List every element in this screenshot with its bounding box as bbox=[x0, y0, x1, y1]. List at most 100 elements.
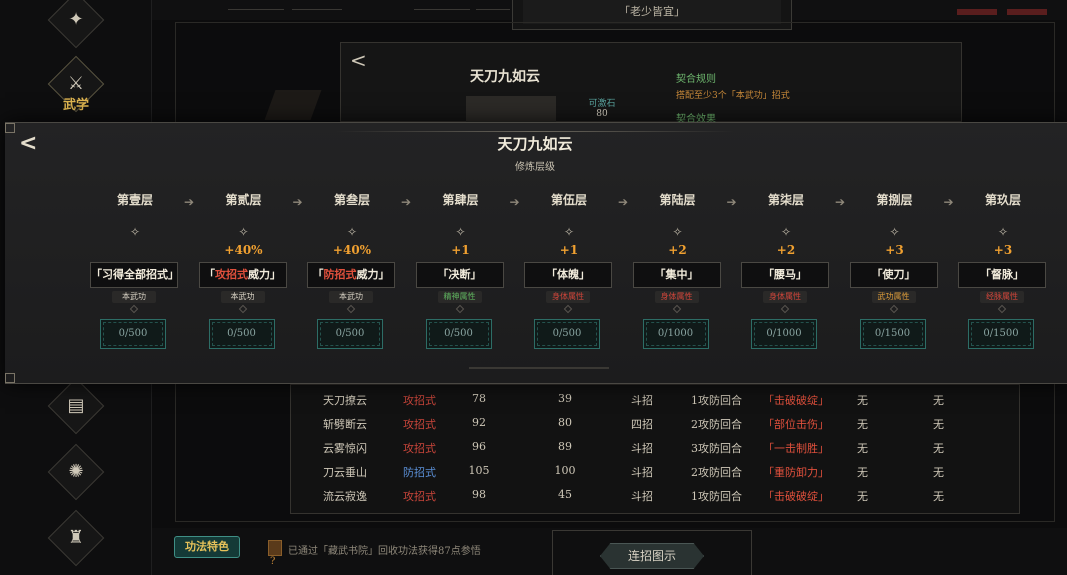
move-cost: 45 bbox=[558, 488, 572, 501]
level-bonus: +3 bbox=[885, 243, 904, 257]
level-effect[interactable]: 「体魄」 bbox=[524, 262, 612, 288]
moves-table: 天刀撩云 攻招式 78 39 斗招 1攻防回合 「击破破绽」无无斩劈断云 攻招式 92 80 四招 2… bbox=[290, 384, 1020, 514]
level-column: 第贰层 ✧ +40% 「攻招式威力」 本武功 0/500 bbox=[196, 123, 292, 385]
sparkle-icon: ✧ bbox=[129, 225, 141, 239]
effect-text: 「督脉」 bbox=[980, 268, 1024, 281]
skill-card-badge: 可激石 80 bbox=[588, 96, 616, 119]
top-tab[interactable] bbox=[476, 0, 510, 10]
swirl-icon: ✺ bbox=[68, 461, 84, 482]
level-name: 第柒层 bbox=[767, 193, 804, 207]
level-progress: 0/1000 bbox=[751, 319, 817, 349]
table-row[interactable]: 云雾惊闪 攻招式 96 89 斗招 3攻防回合 「一击制胜」 无 无 bbox=[291, 435, 1019, 459]
level-effect[interactable]: 「习得全部招式」 bbox=[90, 262, 179, 288]
top-notice-text: 「老少皆宜」 bbox=[523, 0, 781, 24]
robe-icon: ♜ bbox=[67, 527, 85, 548]
effect-highlight: 攻招式 bbox=[215, 268, 248, 281]
level-name: 第壹层 bbox=[116, 193, 153, 207]
level-effect[interactable]: 「攻招式威力」 bbox=[198, 262, 287, 288]
move-extra-2: 无 bbox=[933, 442, 944, 455]
back-arrow-icon[interactable]: < bbox=[19, 131, 37, 156]
level-progress: 0/500 bbox=[534, 319, 600, 349]
table-row[interactable]: 流云寂逸 攻招式 98 45 斗招 1攻防回合 「击破破绽」 无 无 bbox=[291, 483, 1019, 507]
move-name: 刀云垂山 bbox=[323, 466, 367, 479]
feature-button[interactable]: 功法特色 bbox=[174, 536, 240, 558]
effect-text: 「使刀」 bbox=[871, 268, 916, 281]
move-cost: 89 bbox=[558, 440, 572, 453]
move-cost: 39 bbox=[558, 392, 572, 405]
level-tag: 精神属性 bbox=[437, 291, 482, 303]
move-extra-1: 无 bbox=[857, 466, 868, 479]
level-bonus: +2 bbox=[776, 243, 796, 257]
top-tab[interactable] bbox=[292, 0, 342, 10]
level-effect[interactable]: 「使刀」 bbox=[849, 262, 938, 288]
connector-dot-icon bbox=[346, 304, 356, 314]
level-name: 第陆层 bbox=[659, 193, 696, 207]
level-column: 第肆层 ✧ +1 「决断」 精神属性 0/500 bbox=[413, 123, 509, 385]
sidebar-item-books[interactable]: ▤ bbox=[47, 377, 105, 435]
combo-diagram-button[interactable]: 连招图示 bbox=[600, 543, 704, 569]
move-power: 78 bbox=[472, 392, 486, 405]
question-icon: ? bbox=[270, 556, 276, 567]
table-row[interactable]: 斩劈断云 攻招式 92 80 四招 2攻防回合 「部位击伤」 无 无 bbox=[291, 411, 1019, 435]
level-tag: 本武功 bbox=[329, 291, 373, 303]
move-name: 云雾惊闪 bbox=[323, 442, 367, 455]
level-progress: 0/1500 bbox=[968, 319, 1034, 349]
skill-card-title: 天刀九如云 bbox=[470, 69, 540, 85]
sidebar-item-meridian[interactable]: ✺ bbox=[47, 443, 105, 501]
level-column: 第壹层 ✧ 「习得全部招式」 本武功 0/500 bbox=[87, 123, 183, 385]
move-rounds: 3攻防回合 bbox=[691, 442, 742, 455]
badge-value: 80 bbox=[596, 109, 608, 119]
level-progress: 0/500 bbox=[317, 319, 383, 349]
level-tag: 身体属性 bbox=[546, 291, 590, 303]
level-progress: 0/1500 bbox=[859, 319, 926, 349]
level-column: 第陆层 ✧ +2 「集中」 身体属性 0/1000 bbox=[630, 123, 726, 385]
connector-dot-icon bbox=[129, 304, 139, 314]
scroll-indicator[interactable] bbox=[469, 367, 609, 369]
level-name: 第叁层 bbox=[333, 193, 370, 207]
connector-dot-icon bbox=[238, 304, 247, 314]
move-extra-2: 无 bbox=[933, 466, 944, 479]
level-bonus: +40% bbox=[224, 243, 263, 257]
level-bonus: +2 bbox=[668, 243, 687, 257]
level-progress: 0/500 bbox=[100, 319, 166, 349]
skill-card-back-icon[interactable]: < bbox=[350, 48, 367, 72]
level-column: 第叁层 ✧ +40% 「防招式威力」 本武功 0/500 bbox=[304, 123, 400, 385]
move-class: 斗招 bbox=[631, 466, 653, 479]
sparkle-icon: ✧ bbox=[780, 225, 792, 239]
level-effect[interactable]: 「腰马」 bbox=[741, 262, 829, 288]
table-row[interactable]: 天刀撩云 攻招式 78 39 斗招 1攻防回合 「击破破绽」 无 无 bbox=[291, 387, 1019, 411]
move-rounds: 2攻防回合 bbox=[691, 418, 742, 431]
effect-highlight: 防招式 bbox=[323, 268, 357, 281]
level-effect[interactable]: 「防招式威力」 bbox=[307, 262, 395, 288]
level-effect[interactable]: 「督脉」 bbox=[958, 262, 1046, 288]
move-rounds: 1攻防回合 bbox=[691, 490, 742, 503]
top-tab[interactable] bbox=[414, 0, 470, 10]
level-effect[interactable]: 「决断」 bbox=[415, 262, 504, 288]
level-tag: 经脉属性 bbox=[980, 291, 1024, 303]
move-type: 攻招式 bbox=[403, 490, 436, 503]
level-effect[interactable]: 「集中」 bbox=[632, 262, 721, 288]
skill-book-image bbox=[466, 96, 556, 122]
level-column: 第柒层 ✧ +2 「腰马」 身体属性 0/1000 bbox=[738, 123, 834, 385]
level-modal: < 天刀九如云 修炼层级 第壹层 ✧ 「习得全部招式」 本武功 0/500 ➔ 第贰层 ✧ +4… bbox=[5, 122, 1067, 384]
level-name: 第肆层 bbox=[442, 193, 479, 207]
connector-dot-icon bbox=[455, 304, 464, 314]
sidebar-item-character[interactable]: ✦ bbox=[47, 0, 105, 49]
sparkle-icon: ✧ bbox=[563, 225, 575, 239]
move-cost: 100 bbox=[554, 464, 576, 477]
sidebar-item-label: 武学 bbox=[62, 98, 89, 113]
level-tag: 本武功 bbox=[220, 291, 265, 303]
move-type: 攻招式 bbox=[403, 442, 436, 455]
move-name: 流云寂逸 bbox=[323, 490, 367, 503]
top-tab[interactable] bbox=[228, 0, 284, 10]
sidebar-item-clothing[interactable]: ♜ bbox=[47, 509, 105, 567]
move-extra-2: 无 bbox=[933, 394, 944, 407]
sparkle-icon: ✧ bbox=[346, 225, 358, 239]
sparkle-icon: ✧ bbox=[672, 225, 683, 239]
move-extra-1: 无 bbox=[857, 418, 868, 431]
level-progress: 0/500 bbox=[425, 319, 492, 349]
table-row[interactable]: 刀云垂山 防招式 105 100 斗招 2攻防回合 「重防卸力」 无 无 bbox=[291, 459, 1019, 483]
move-extra-2: 无 bbox=[933, 418, 944, 431]
move-name: 斩劈断云 bbox=[323, 418, 367, 431]
move-effect: 「重防卸力」 bbox=[763, 466, 829, 479]
